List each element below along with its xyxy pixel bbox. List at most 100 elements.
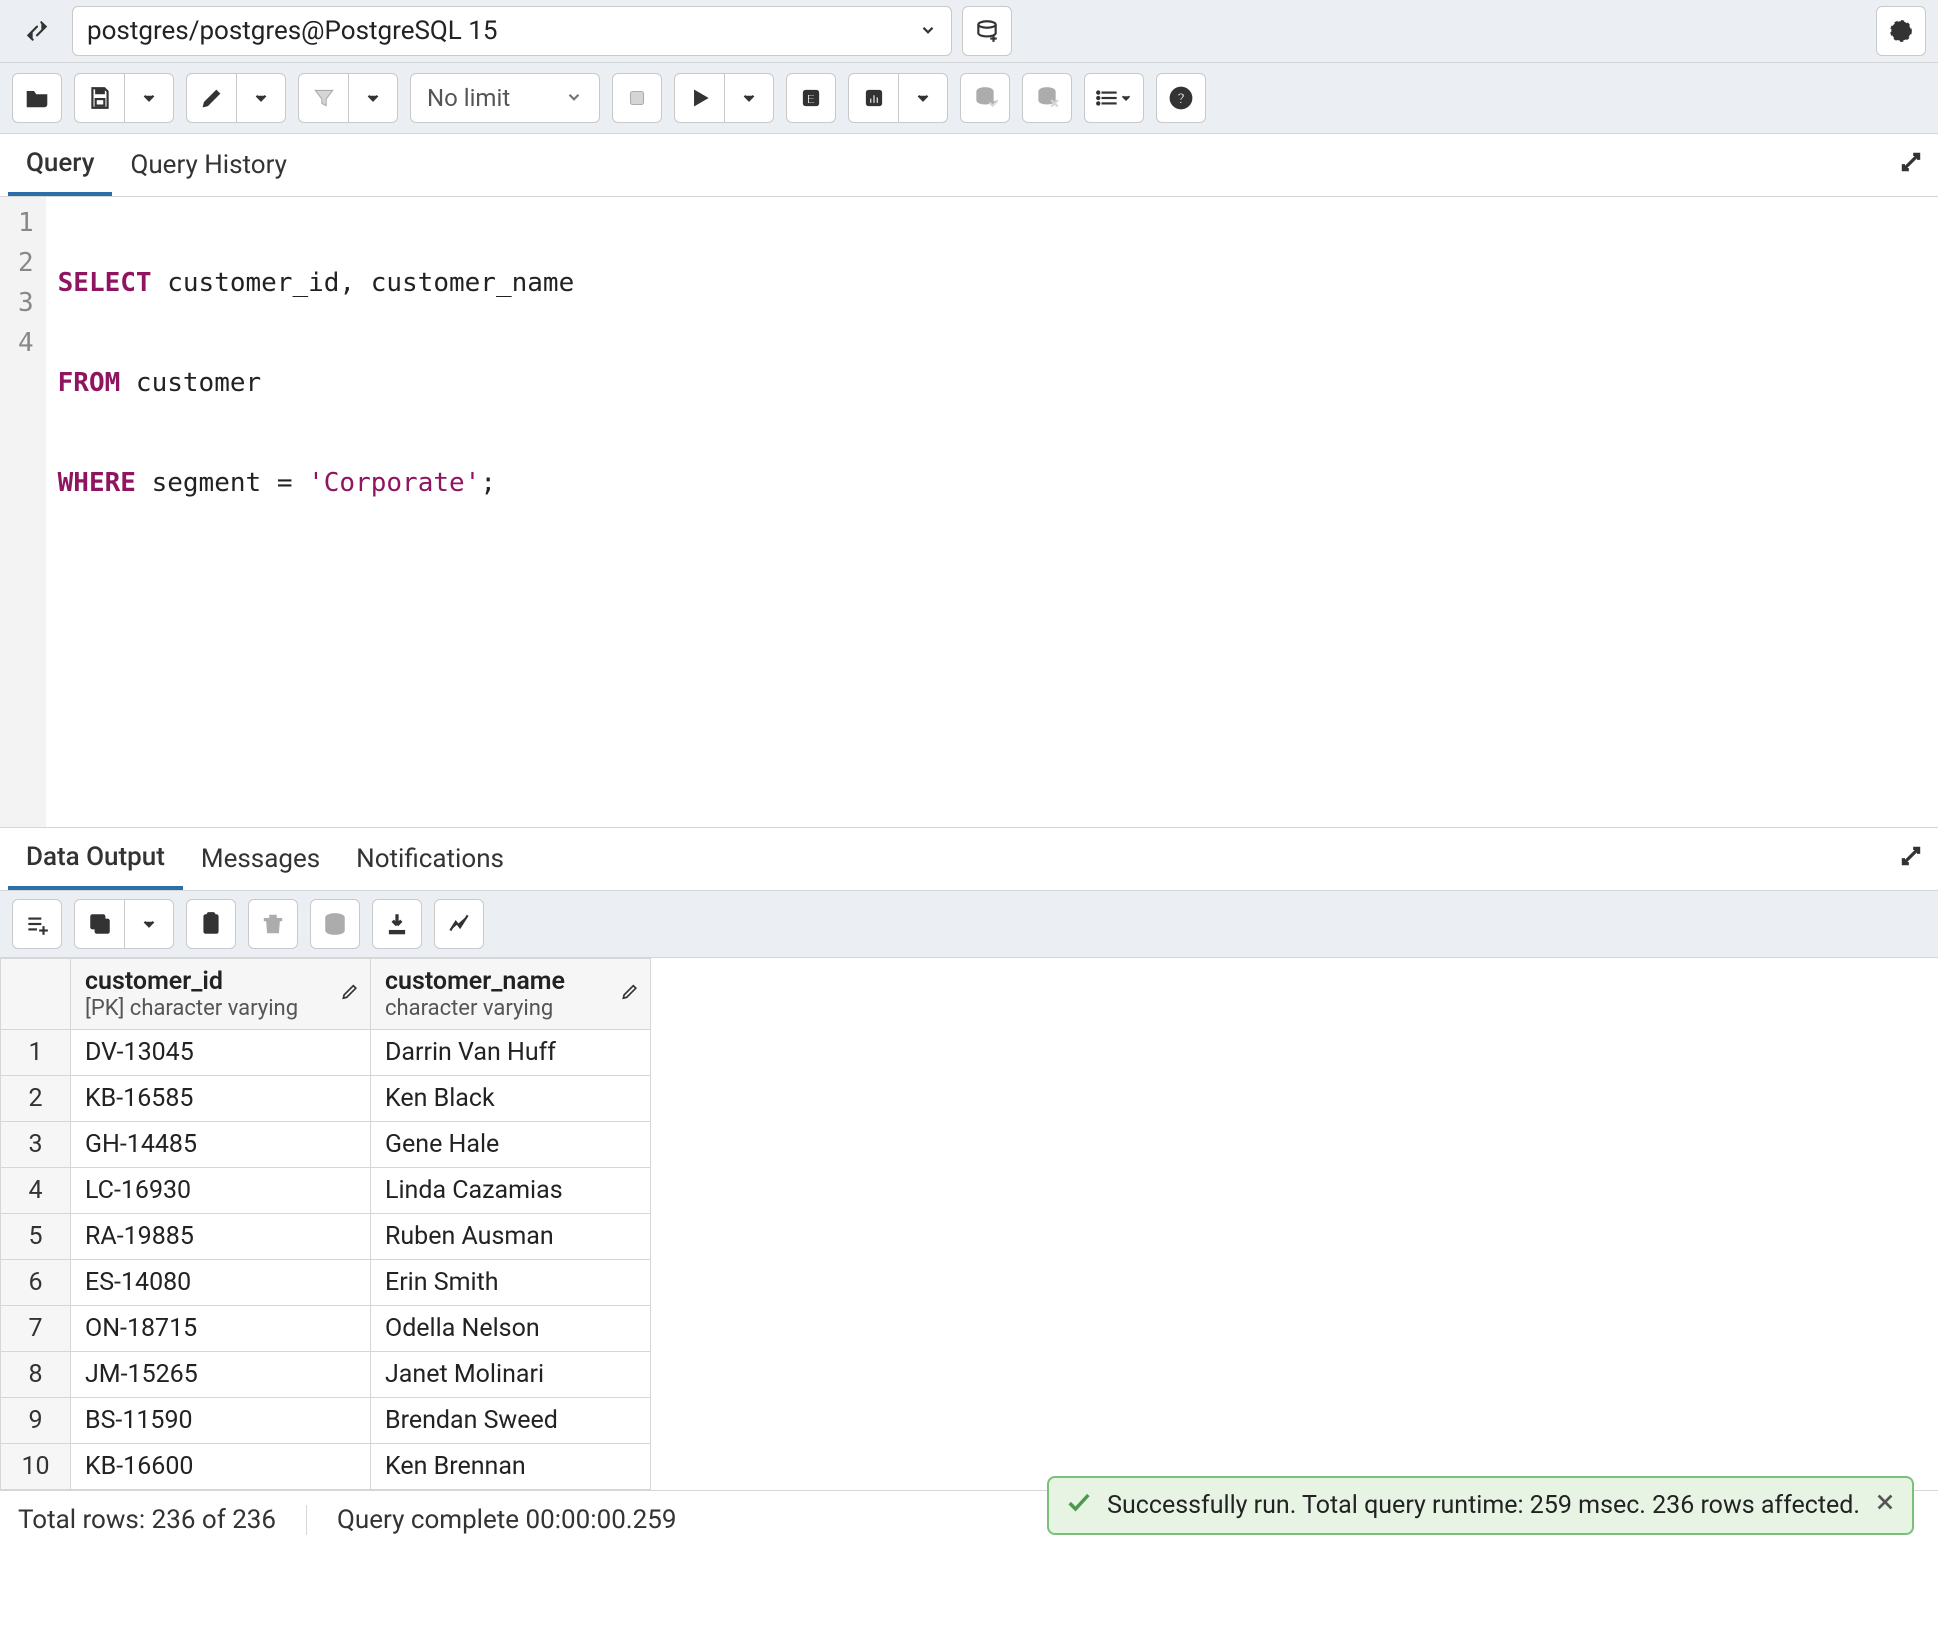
explain-dropdown[interactable] — [898, 73, 948, 123]
table-row[interactable]: 4 LC-16930 Linda Cazamias — [1, 1168, 651, 1214]
pencil-icon[interactable] — [620, 980, 640, 1009]
save-dropdown[interactable] — [124, 73, 174, 123]
connection-bar: postgres/postgres@PostgreSQL 15 — [0, 0, 1938, 63]
cell-customer-name[interactable]: Gene Hale — [371, 1122, 651, 1168]
table-row[interactable]: 3 GH-14485 Gene Hale — [1, 1122, 651, 1168]
svg-text:E: E — [807, 91, 816, 106]
filter-dropdown[interactable] — [348, 73, 398, 123]
cell-customer-name[interactable]: Erin Smith — [371, 1260, 651, 1306]
expand-editor-icon[interactable] — [1898, 149, 1924, 181]
row-number: 5 — [1, 1214, 71, 1260]
column-header-customer-name[interactable]: customer_name character varying — [371, 959, 651, 1030]
table-row[interactable]: 9 BS-11590 Brendan Sweed — [1, 1398, 651, 1444]
query-complete-label: Query complete 00:00:00.259 — [337, 1505, 676, 1535]
execute-button[interactable] — [674, 73, 724, 123]
paste-button[interactable] — [186, 899, 236, 949]
tab-messages[interactable]: Messages — [183, 830, 338, 888]
commit-button[interactable] — [960, 73, 1010, 123]
cell-customer-name[interactable]: Darrin Van Huff — [371, 1030, 651, 1076]
editor-tabs: Query Query History — [0, 134, 1938, 197]
cell-customer-id[interactable]: GH-14485 — [71, 1122, 371, 1168]
stop-button[interactable] — [612, 73, 662, 123]
cell-customer-name[interactable]: Brendan Sweed — [371, 1398, 651, 1444]
tab-query[interactable]: Query — [8, 134, 112, 196]
copy-dropdown[interactable] — [124, 899, 174, 949]
connection-label: postgres/postgres@PostgreSQL 15 — [87, 16, 497, 46]
delete-row-button[interactable] — [248, 899, 298, 949]
pencil-icon[interactable] — [340, 980, 360, 1009]
cell-customer-id[interactable]: JM-15265 — [71, 1352, 371, 1398]
explain-button[interactable]: E — [786, 73, 836, 123]
cell-customer-name[interactable]: Ken Black — [371, 1076, 651, 1122]
table-row[interactable]: 1 DV-13045 Darrin Van Huff — [1, 1030, 651, 1076]
cell-customer-name[interactable]: Janet Molinari — [371, 1352, 651, 1398]
line-gutter: 1 2 3 4 — [0, 197, 46, 827]
reset-layout-button[interactable] — [1876, 6, 1926, 56]
rollback-button[interactable] — [1022, 73, 1072, 123]
svg-text:?: ? — [1177, 89, 1185, 107]
connection-status-icon[interactable] — [12, 6, 62, 56]
chevron-down-icon — [919, 16, 937, 46]
new-connection-button[interactable] — [962, 6, 1012, 56]
row-number: 9 — [1, 1398, 71, 1444]
status-bar: Total rows: 236 of 236 Query complete 00… — [0, 1490, 1938, 1549]
row-number: 6 — [1, 1260, 71, 1306]
row-number: 3 — [1, 1122, 71, 1168]
cell-customer-id[interactable]: KB-16600 — [71, 1444, 371, 1490]
output-tabs: Data Output Messages Notifications — [0, 827, 1938, 891]
cell-customer-id[interactable]: KB-16585 — [71, 1076, 371, 1122]
cell-customer-name[interactable]: Ruben Ausman — [371, 1214, 651, 1260]
cell-customer-name[interactable]: Odella Nelson — [371, 1306, 651, 1352]
table-row[interactable]: 7 ON-18715 Odella Nelson — [1, 1306, 651, 1352]
row-number: 2 — [1, 1076, 71, 1122]
cell-customer-id[interactable]: RA-19885 — [71, 1214, 371, 1260]
sql-editor[interactable]: 1 2 3 4 SELECT customer_id, customer_nam… — [0, 197, 1938, 827]
table-row[interactable]: 2 KB-16585 Ken Black — [1, 1076, 651, 1122]
tab-notifications[interactable]: Notifications — [338, 830, 522, 888]
table-row[interactable]: 5 RA-19885 Ruben Ausman — [1, 1214, 651, 1260]
column-header-customer-id[interactable]: customer_id [PK] character varying — [71, 959, 371, 1030]
cell-customer-id[interactable]: BS-11590 — [71, 1398, 371, 1444]
execute-dropdown[interactable] — [724, 73, 774, 123]
cell-customer-id[interactable]: DV-13045 — [71, 1030, 371, 1076]
cell-customer-id[interactable]: LC-16930 — [71, 1168, 371, 1214]
filter-button[interactable] — [298, 73, 348, 123]
check-icon — [1065, 1488, 1093, 1523]
table-row[interactable]: 6 ES-14080 Erin Smith — [1, 1260, 651, 1306]
code-area[interactable]: SELECT customer_id, customer_name FROM c… — [46, 197, 575, 827]
row-limit-select[interactable]: No limit — [410, 73, 600, 123]
explain-analyze-button[interactable] — [848, 73, 898, 123]
tab-query-history[interactable]: Query History — [112, 136, 305, 194]
save-data-button[interactable] — [310, 899, 360, 949]
open-file-button[interactable] — [12, 73, 62, 123]
download-button[interactable] — [372, 899, 422, 949]
edit-button[interactable] — [186, 73, 236, 123]
cell-customer-id[interactable]: ES-14080 — [71, 1260, 371, 1306]
cell-customer-id[interactable]: ON-18715 — [71, 1306, 371, 1352]
tab-data-output[interactable]: Data Output — [8, 828, 183, 890]
output-toolbar — [0, 891, 1938, 958]
save-button[interactable] — [74, 73, 124, 123]
cell-customer-name[interactable]: Linda Cazamias — [371, 1168, 651, 1214]
help-button[interactable]: ? — [1156, 73, 1206, 123]
chevron-down-icon — [565, 84, 583, 112]
cell-customer-name[interactable]: Ken Brennan — [371, 1444, 651, 1490]
table-row[interactable]: 8 JM-15265 Janet Molinari — [1, 1352, 651, 1398]
close-icon[interactable] — [1874, 1491, 1896, 1520]
results-table[interactable]: customer_id [PK] character varying custo… — [0, 958, 651, 1490]
toast-message: Successfully run. Total query runtime: 2… — [1107, 1491, 1860, 1520]
add-row-button[interactable] — [12, 899, 62, 949]
row-number: 4 — [1, 1168, 71, 1214]
copy-button[interactable] — [74, 899, 124, 949]
expand-output-icon[interactable] — [1898, 843, 1924, 875]
table-row[interactable]: 10 KB-16600 Ken Brennan — [1, 1444, 651, 1490]
success-toast: Successfully run. Total query runtime: 2… — [1047, 1476, 1914, 1535]
total-rows-label: Total rows: 236 of 236 — [18, 1505, 276, 1535]
row-number: 1 — [1, 1030, 71, 1076]
graph-visualizer-button[interactable] — [434, 899, 484, 949]
macros-button[interactable] — [1084, 73, 1144, 123]
connection-select[interactable]: postgres/postgres@PostgreSQL 15 — [72, 6, 952, 56]
edit-dropdown[interactable] — [236, 73, 286, 123]
row-header-blank — [1, 959, 71, 1030]
row-number: 8 — [1, 1352, 71, 1398]
